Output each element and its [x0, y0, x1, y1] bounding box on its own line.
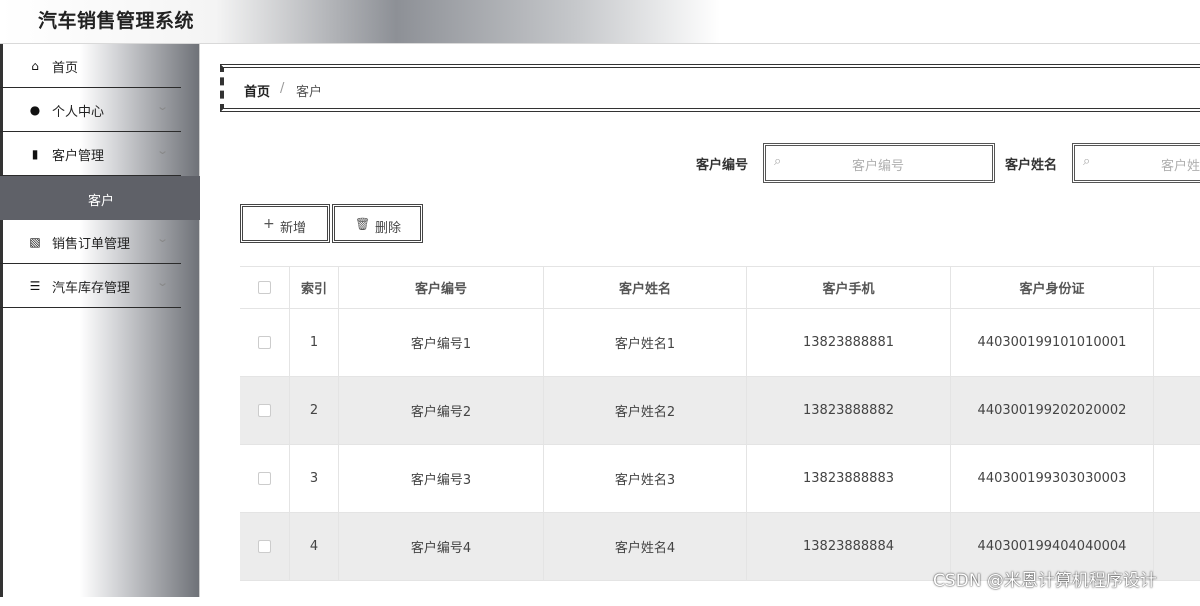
customer-table: 索引 客户编号 客户姓名 客户手机 客户身份证 1 客户编号1 客户姓名1 13… [240, 266, 1200, 606]
cell-id-card: 440300199101010001 [951, 309, 1154, 376]
sidebar-subitem-label: 客户 [88, 194, 115, 209]
cell-id-card: 440300199303030003 [951, 445, 1154, 512]
sidebar-item-customer-management[interactable]: ▮ 客户管理 ⌄ [0, 132, 181, 176]
cell-index: 3 [290, 445, 339, 512]
breadcrumb-current: 客户 [296, 85, 323, 100]
cell-phone: 13823888881 [747, 309, 951, 376]
customer-code-placeholder: 客户编号 [852, 159, 905, 174]
customer-name-input[interactable]: ⌕ 客户姓 [1072, 143, 1200, 183]
sidebar-item-sales-orders[interactable]: ▧ 销售订单管理 ⌄ [0, 220, 181, 264]
table-row[interactable]: 2 客户编号2 客户姓名2 13823888882 44030019920202… [240, 377, 1200, 445]
search-icon: ⌕ [774, 154, 782, 169]
sidebar-item-label: 汽车库存管理 [52, 281, 131, 296]
delete-button[interactable]: 🗑 删除 [332, 204, 423, 243]
sliders-icon: ☰ [29, 279, 41, 293]
sidebar-item-home[interactable]: ⌂ 首页 [0, 44, 181, 88]
sidebar-item-label: 销售订单管理 [52, 237, 131, 252]
app-title: 汽车销售管理系统 [38, 10, 195, 32]
column-header: 客户身份证 [951, 267, 1154, 308]
customer-name-placeholder: 客户姓 [1161, 159, 1200, 174]
cell-name: 客户姓名3 [544, 445, 747, 512]
table-row[interactable]: 3 客户编号3 客户姓名3 13823888883 44030019930303… [240, 445, 1200, 513]
breadcrumb-separator: / [280, 81, 285, 96]
column-header: 客户手机 [747, 267, 951, 308]
sidebar-item-car-inventory[interactable]: ☰ 汽车库存管理 ⌄ [0, 264, 181, 308]
sidebar-item-label: 客户管理 [52, 149, 105, 164]
table-row[interactable]: 1 客户编号1 客户姓名1 13823888881 44030019910101… [240, 309, 1200, 377]
add-button-label: 新增 [280, 221, 307, 236]
cell-id-card: 440300199202020002 [951, 377, 1154, 444]
cell-name: 客户姓名4 [544, 513, 747, 580]
table-header-row: 索引 客户编号 客户姓名 客户手机 客户身份证 [240, 266, 1200, 309]
cell-phone: 13823888882 [747, 377, 951, 444]
search-icon: ⌕ [1083, 154, 1091, 169]
customer-code-label: 客户编号 [696, 158, 749, 173]
customer-code-input[interactable]: ⌕ 客户编号 [763, 143, 995, 183]
watermark: CSDN @米恩计算机程序设计 [933, 571, 1157, 591]
checkbox[interactable] [258, 540, 271, 553]
cell-index: 1 [290, 309, 339, 376]
cell-index: 2 [290, 377, 339, 444]
chevron-down-icon: ⌄ [156, 100, 170, 113]
breadcrumb-home[interactable]: 首页 [244, 81, 270, 100]
ticket-icon: ▮ [31, 147, 39, 161]
cell-code: 客户编号3 [339, 445, 544, 512]
column-header: 客户姓名 [544, 267, 747, 308]
checkbox[interactable] [258, 281, 271, 294]
add-button[interactable]: + 新增 [240, 204, 330, 243]
breadcrumb: 首页 / 客户 [220, 64, 1200, 112]
cell-phone: 13823888883 [747, 445, 951, 512]
delete-button-label: 删除 [375, 221, 402, 236]
plus-icon: + [263, 216, 275, 232]
column-header: 索引 [290, 267, 339, 308]
cell-code: 客户编号1 [339, 309, 544, 376]
column-header [1154, 267, 1200, 308]
home-icon: ⌂ [31, 59, 39, 73]
cell-index: 4 [290, 513, 339, 580]
chevron-down-icon: ⌄ [156, 144, 170, 157]
sidebar-item-label: 首页 [52, 61, 79, 76]
sidebar-subitem-customer[interactable]: 客户 [0, 176, 200, 220]
column-header: 客户编号 [339, 267, 544, 308]
cell-code: 客户编号4 [339, 513, 544, 580]
sidebar: ⌂ 首页 ● 个人中心 ⌄ ▮ 客户管理 ⌄ 客户 ▧ 销售订单管理 ⌄ ☰ 汽… [0, 44, 200, 597]
chart-icon: ▧ [29, 235, 41, 249]
sidebar-item-personal-center[interactable]: ● 个人中心 ⌄ [0, 88, 181, 132]
trash-icon: 🗑 [355, 217, 371, 231]
cell-code: 客户编号2 [339, 377, 544, 444]
cell-phone: 13823888884 [747, 513, 951, 580]
cell-name: 客户姓名1 [544, 309, 747, 376]
checkbox[interactable] [258, 472, 271, 485]
checkbox[interactable] [258, 336, 271, 349]
header-select-all[interactable] [240, 267, 290, 308]
chevron-down-icon: ⌄ [156, 232, 170, 245]
cell-name: 客户姓名2 [544, 377, 747, 444]
sidebar-item-label: 个人中心 [52, 105, 105, 120]
customer-name-label: 客户姓名 [1005, 158, 1058, 173]
checkbox[interactable] [258, 404, 271, 417]
chevron-down-icon: ⌄ [156, 276, 170, 289]
top-header: 汽车销售管理系统 [0, 0, 1200, 44]
user-icon: ● [29, 103, 41, 117]
